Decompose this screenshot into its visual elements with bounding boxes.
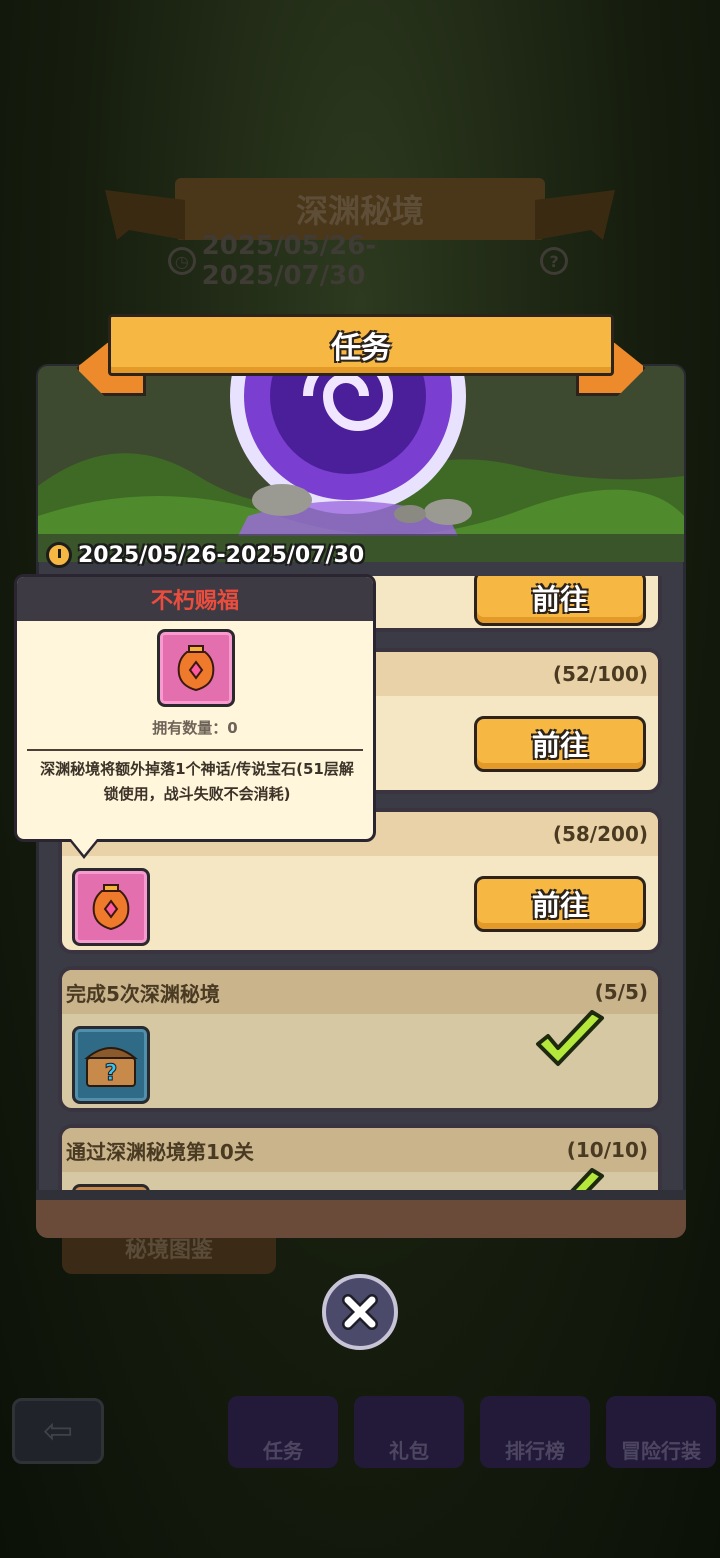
nav-ranking-label: 排行榜 [505, 1439, 565, 1463]
task-name: 完成5次深渊秘境 [66, 981, 220, 1006]
nav-tasks[interactable]: 任务 [228, 1396, 338, 1468]
back-button[interactable]: ⇦ [12, 1398, 104, 1464]
task-panel-footer [36, 1190, 686, 1238]
timer-icon: ◷ [168, 247, 196, 275]
back-arrow-icon: ⇦ [42, 1410, 74, 1452]
owned-count: 拥有数量：0 [152, 719, 238, 737]
svg-text:?: ? [105, 1061, 118, 1086]
immortal-blessing-vase-icon [177, 645, 215, 692]
event-dates: ◷ 2025/05/26-2025/07/30 ? [168, 231, 568, 291]
check-icon [570, 1168, 604, 1190]
nav-gift-label: 礼包 [389, 1439, 429, 1463]
item-description: 深渊秘境将额外掉落1个神话/传说宝石(51层解锁使用，战斗失败不会消耗) [40, 760, 354, 803]
event-title: 深渊秘境 [295, 192, 424, 230]
nav-adventure-gear[interactable]: 冒险行装 [606, 1396, 716, 1468]
nav-gift[interactable]: 礼包 [354, 1396, 464, 1468]
modal-dates: 2025/05/26-2025/07/30 [46, 536, 364, 574]
task-name: 通过深渊秘境第10关 [66, 1139, 254, 1164]
nav-ranking[interactable]: 排行榜 [480, 1396, 590, 1468]
close-icon [342, 1294, 378, 1330]
reward-slot[interactable] [72, 868, 150, 946]
reward-slot[interactable] [72, 1184, 150, 1190]
task-progress: (5/5) [594, 980, 648, 1004]
divider [27, 749, 363, 751]
go-button-label: 前往 [531, 583, 588, 616]
task-progress: (10/10) [566, 1138, 648, 1162]
nav-adventure-gear-label: 冒险行装 [621, 1439, 701, 1463]
stopwatch-icon [46, 542, 72, 568]
task-row: 完成5次深渊秘境 (5/5) ? [58, 966, 662, 1112]
task-header: 完成5次深渊秘境 (5/5) [62, 970, 658, 1014]
task-progress: (58/200) [552, 822, 648, 846]
modal-title-text: 任务 [331, 331, 391, 366]
item-tooltip: 不朽赐福 拥有数量：0 深渊秘境将额外掉落1个神话/传说宝石(51层解锁使用，战… [14, 574, 376, 859]
tooltip-title: 不朽赐福 [17, 577, 373, 621]
event-dates-text: 2025/05/26-2025/07/30 [201, 231, 377, 291]
task-header: 通过深渊秘境第10关 (10/10) [62, 1128, 658, 1172]
check-icon [536, 1010, 604, 1066]
go-button[interactable]: 前往 [474, 876, 646, 932]
tooltip-item-icon [157, 629, 235, 707]
mystery-chest-icon: ? [84, 1047, 138, 1087]
go-button[interactable]: 前往 [474, 576, 646, 626]
close-button[interactable] [322, 1274, 398, 1350]
go-button-label: 前往 [531, 729, 588, 762]
go-button[interactable]: 前往 [474, 716, 646, 772]
help-icon[interactable]: ? [540, 247, 568, 275]
tooltip-title-text: 不朽赐福 [150, 589, 239, 614]
nav-tasks-label: 任务 [263, 1439, 303, 1463]
immortal-blessing-vase-icon [92, 884, 130, 931]
reward-slot[interactable]: ? [72, 1026, 150, 1104]
modal-dates-text: 2025/05/26-2025/07/30 [78, 542, 365, 568]
task-progress: (52/100) [552, 662, 648, 686]
modal-title: 任务 [108, 314, 614, 376]
task-row: 通过深渊秘境第10关 (10/10) [58, 1124, 662, 1190]
go-button-label: 前往 [531, 889, 588, 922]
